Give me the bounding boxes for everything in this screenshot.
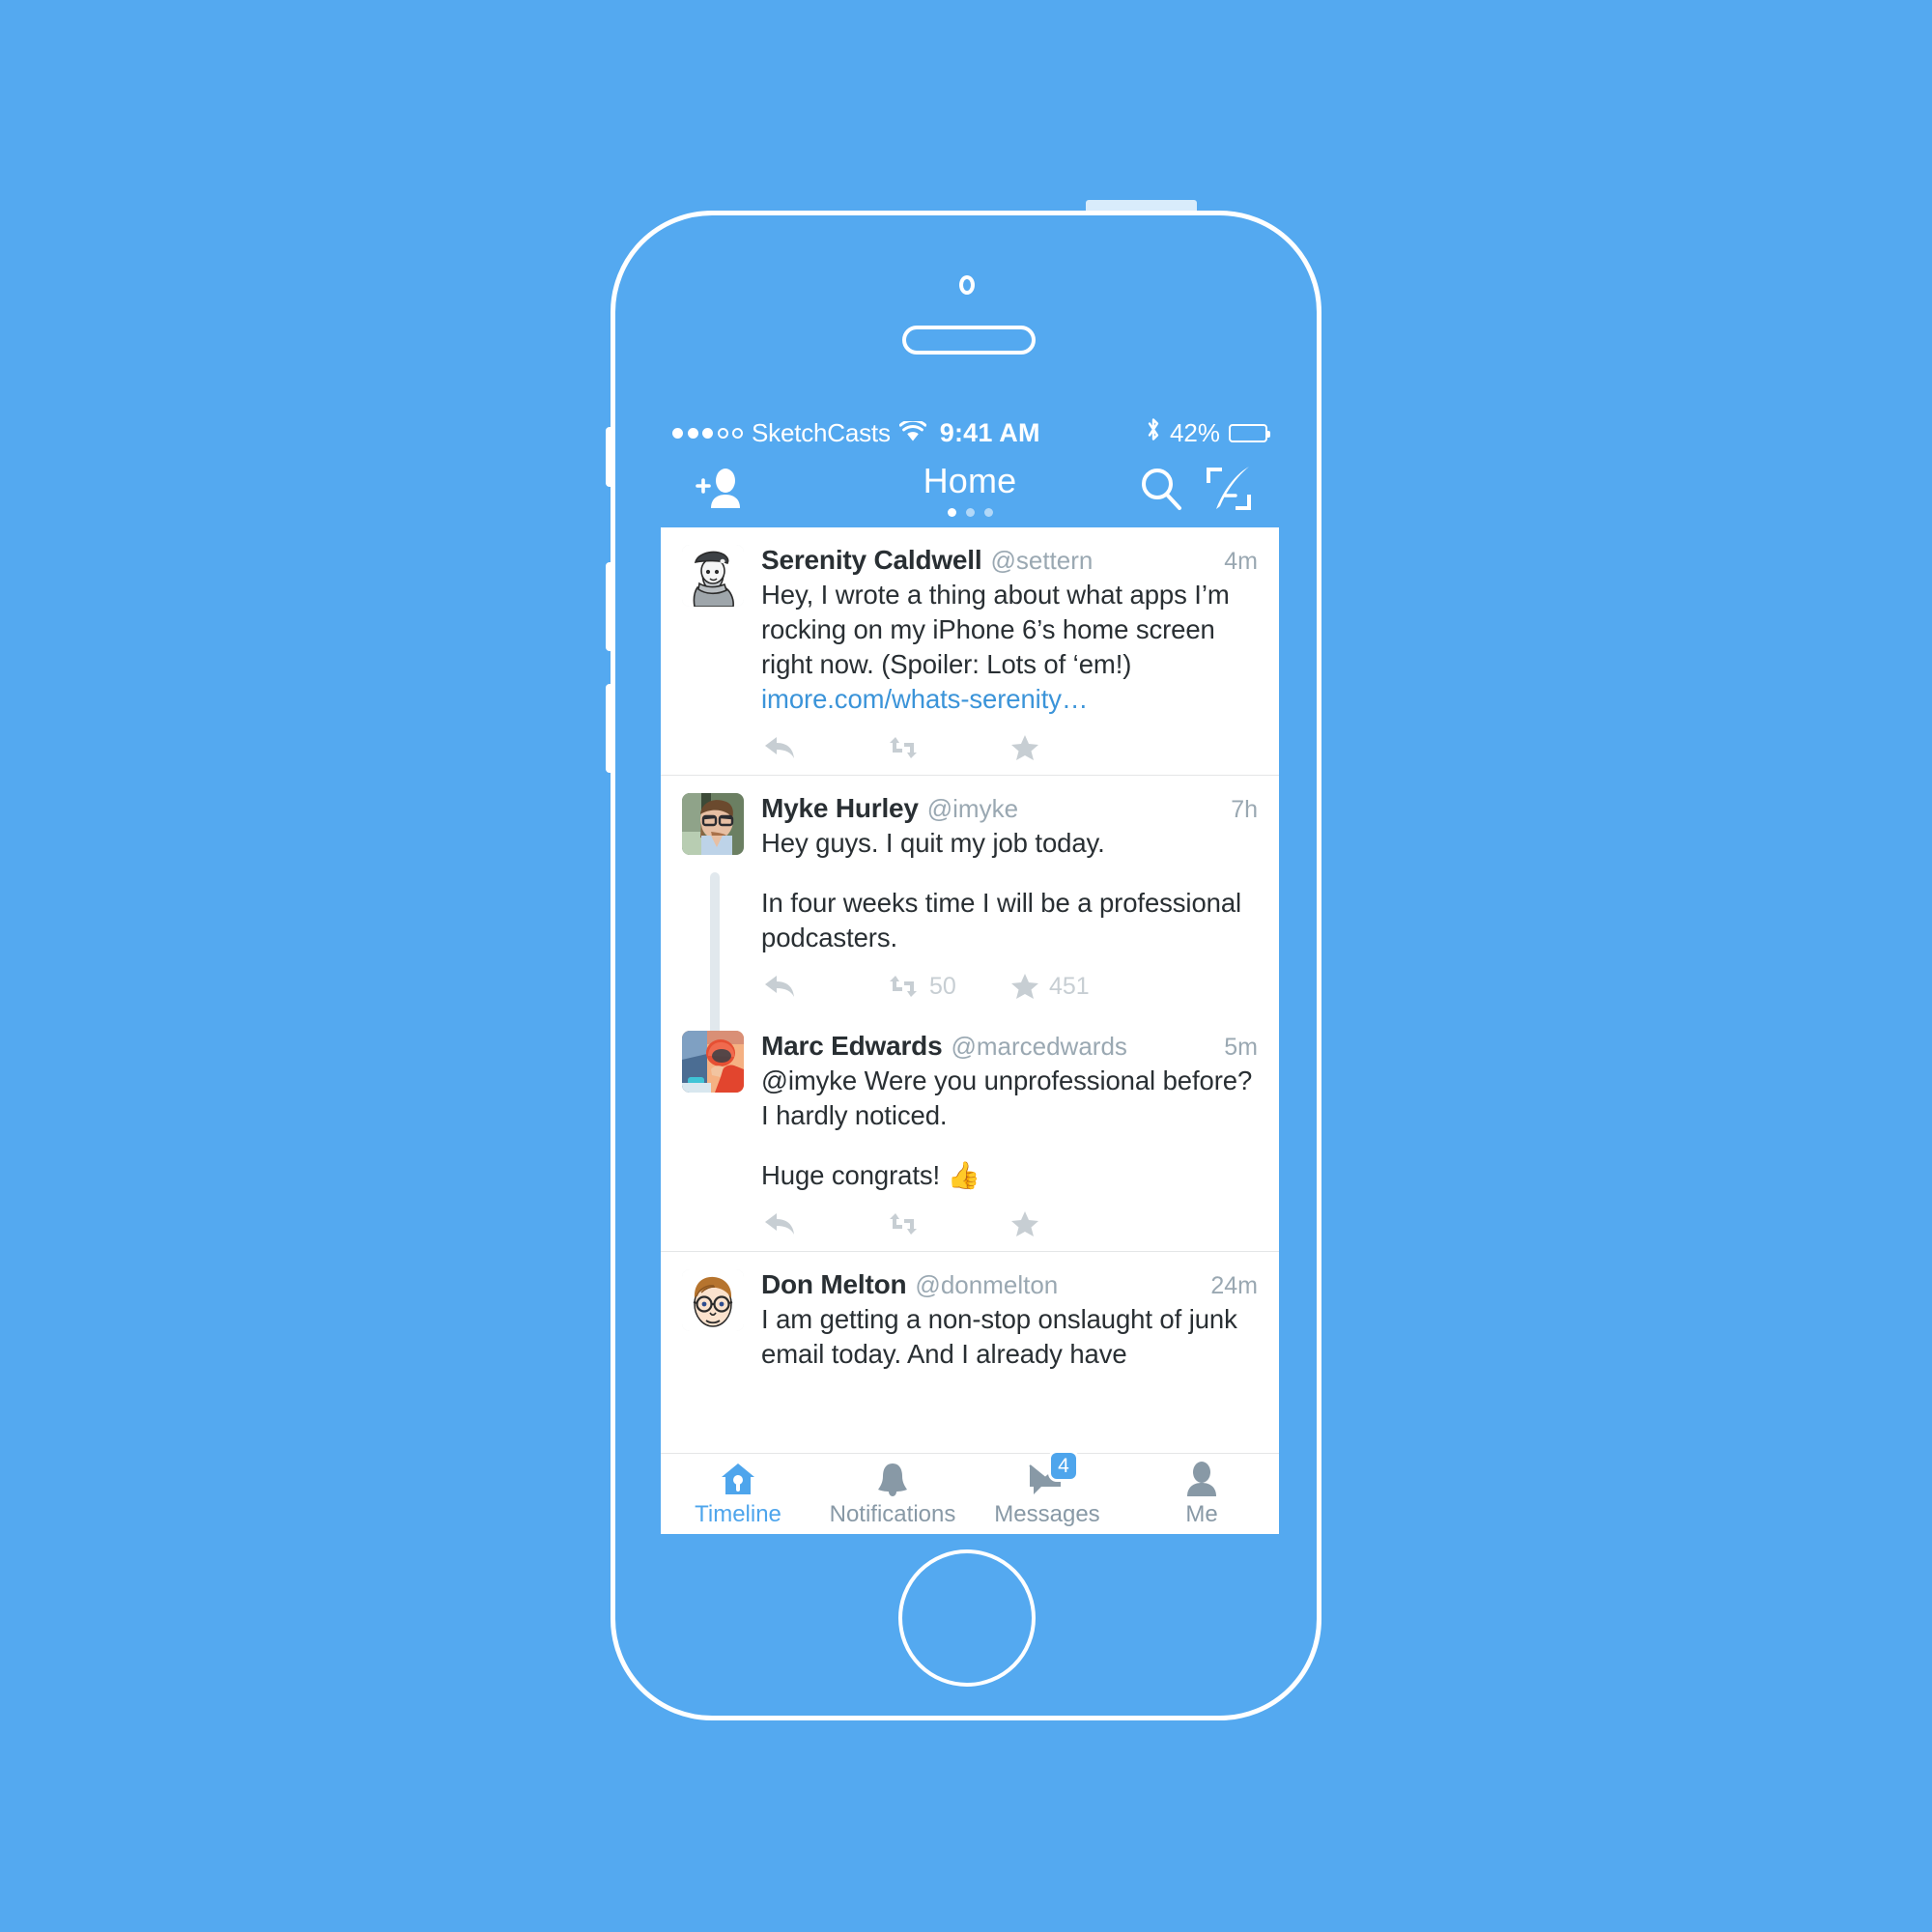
- avatar-myke[interactable]: [682, 793, 744, 855]
- reply-button[interactable]: [763, 1211, 887, 1236]
- tweet-actions: 50 451: [761, 959, 1258, 1013]
- phone-screen: SketchCasts 9:41 AM 42% Home Serenity Ca…: [661, 408, 1279, 1534]
- timeline-feed[interactable]: Serenity Caldwell @settern 4m Hey, I wro…: [661, 527, 1279, 1453]
- author-name[interactable]: Myke Hurley: [761, 793, 919, 824]
- carrier-label: SketchCasts: [752, 417, 891, 447]
- messages-badge: 4: [1051, 1453, 1076, 1479]
- author-name[interactable]: Marc Edwards: [761, 1031, 943, 1062]
- tweet-text: Hey guys. I quit my job today.: [761, 828, 1105, 858]
- bluetooth-icon: [1146, 417, 1161, 448]
- tweet-header: Marc Edwards @marcedwards 5m: [761, 1031, 1258, 1062]
- favorite-button[interactable]: [1010, 734, 1134, 761]
- author-handle[interactable]: @marcedwards: [951, 1032, 1126, 1062]
- page-dots[interactable]: [661, 508, 1279, 517]
- tweet-actions: [761, 1197, 1258, 1251]
- favorite-button[interactable]: 451: [1010, 973, 1134, 1001]
- tweet-text: @imyke Were you unprofessional before? I…: [761, 1065, 1253, 1130]
- tab-timeline[interactable]: Timeline: [661, 1454, 815, 1534]
- page-dot-2[interactable]: [965, 508, 975, 517]
- tab-label-notifications: Notifications: [829, 1501, 956, 1527]
- tab-me[interactable]: Me: [1124, 1454, 1279, 1534]
- retweet-button[interactable]: 50: [887, 973, 1010, 1001]
- avatar-don[interactable]: [682, 1269, 744, 1331]
- tweet-timestamp: 5m: [1224, 1034, 1258, 1061]
- tab-messages[interactable]: 4 Messages: [970, 1453, 1124, 1534]
- author-handle[interactable]: @imyke: [927, 794, 1018, 824]
- tweet-header: Myke Hurley @imyke 7h: [761, 793, 1258, 824]
- page-title: Home: [923, 461, 1017, 500]
- volume-up-button[interactable]: [606, 562, 614, 651]
- reply-button[interactable]: [763, 735, 887, 760]
- tab-label-timeline: Timeline: [695, 1501, 781, 1527]
- tab-bar: Timeline Notifications 4 Messages Me: [661, 1453, 1279, 1534]
- mute-switch-button[interactable]: [606, 427, 614, 487]
- tweet-text-paragraph-2: In four weeks time I will be a professio…: [761, 888, 1242, 952]
- person-icon: [1184, 1460, 1219, 1498]
- wifi-icon: [898, 418, 927, 448]
- retweet-count: 50: [929, 972, 956, 1000]
- tweet-link[interactable]: imore.com/whats-serenity…: [761, 684, 1088, 714]
- avatar-marc[interactable]: [682, 1031, 744, 1093]
- tweet-timestamp: 24m: [1210, 1272, 1258, 1299]
- status-bar-left: SketchCasts 9:41 AM: [672, 418, 1040, 448]
- tweet-timestamp: 4m: [1224, 548, 1258, 575]
- tweet-text-paragraph-2: Huge congrats! 👍: [761, 1160, 980, 1190]
- compose-icon: [1204, 467, 1254, 518]
- tab-label-messages: Messages: [994, 1501, 1100, 1527]
- tweet-item-myke[interactable]: Myke Hurley @imyke 7h Hey guys. I quit m…: [661, 776, 1279, 1056]
- status-bar-right: 42%: [1146, 417, 1270, 448]
- tab-label-me: Me: [1185, 1501, 1218, 1527]
- favorite-count: 451: [1049, 972, 1090, 1000]
- home-button[interactable]: [898, 1549, 1036, 1687]
- status-bar: SketchCasts 9:41 AM 42%: [661, 408, 1279, 458]
- compose-button[interactable]: [1204, 464, 1254, 514]
- envelope-icon: 4: [1028, 1453, 1076, 1498]
- tweet-text: Hey, I wrote a thing about what apps I’m…: [761, 578, 1258, 717]
- tweet-item-serenity[interactable]: Serenity Caldwell @settern 4m Hey, I wro…: [661, 527, 1279, 775]
- status-time: 9:41 AM: [939, 417, 1040, 447]
- tweet-text-body: Hey, I wrote a thing about what apps I’m…: [761, 580, 1230, 679]
- search-button[interactable]: [1138, 466, 1184, 512]
- search-icon: [1138, 469, 1184, 516]
- tweet-header: Serenity Caldwell @settern 4m: [761, 545, 1258, 576]
- author-handle[interactable]: @donmelton: [915, 1270, 1058, 1300]
- tweet-actions: [761, 721, 1258, 775]
- tweet-text: I am getting a non-stop onslaught of jun…: [761, 1304, 1237, 1369]
- front-camera-icon: [959, 275, 975, 295]
- author-name[interactable]: Don Melton: [761, 1269, 907, 1300]
- page-dot-1[interactable]: [947, 508, 956, 517]
- reply-button[interactable]: [763, 974, 887, 999]
- earpiece-speaker: [902, 326, 1036, 355]
- battery-icon: [1229, 423, 1270, 442]
- battery-percent-label: 42%: [1169, 417, 1220, 447]
- avatar-serenity[interactable]: [682, 545, 744, 607]
- retweet-button[interactable]: [887, 735, 1010, 760]
- author-handle[interactable]: @settern: [990, 546, 1093, 576]
- volume-down-button[interactable]: [606, 684, 614, 773]
- tweet-item-don[interactable]: Don Melton @donmelton 24m I am getting a…: [661, 1252, 1279, 1372]
- tweet-item-marc[interactable]: Marc Edwards @marcedwards 5m @imyke Were…: [661, 1013, 1279, 1251]
- tweet-header: Don Melton @donmelton 24m: [761, 1269, 1258, 1300]
- author-name[interactable]: Serenity Caldwell: [761, 545, 982, 576]
- navigation-bar: Home: [661, 458, 1279, 527]
- retweet-button[interactable]: [887, 1211, 1010, 1236]
- bell-icon: [874, 1460, 911, 1498]
- signal-strength-icon: [672, 427, 743, 439]
- page-dot-3[interactable]: [983, 508, 993, 517]
- tweet-timestamp: 7h: [1231, 796, 1258, 823]
- birdhouse-icon: [720, 1460, 756, 1498]
- favorite-button[interactable]: [1010, 1210, 1134, 1237]
- tab-notifications[interactable]: Notifications: [815, 1454, 970, 1534]
